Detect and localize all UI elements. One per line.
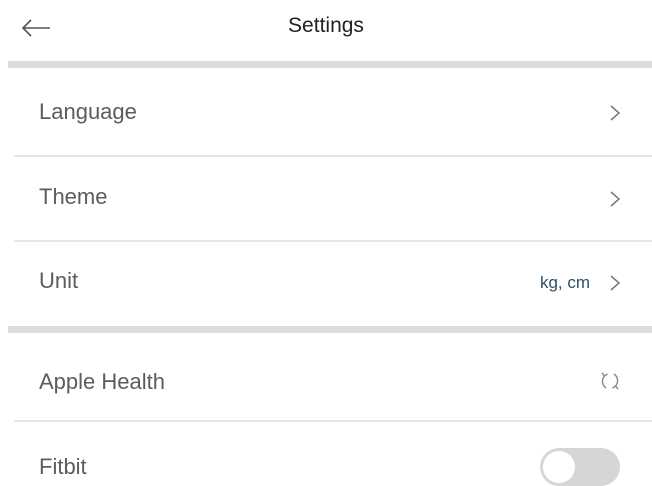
fitbit-toggle[interactable]: [540, 448, 620, 486]
settings-item-apple-health[interactable]: Apple Health: [0, 333, 652, 420]
unit-value: kg, cm: [539, 273, 590, 292]
page-title: Settings: [288, 14, 364, 37]
settings-item-unit[interactable]: Unit kg, cm: [0, 242, 652, 326]
settings-item-theme[interactable]: Theme: [0, 157, 652, 240]
settings-item-label: Language: [39, 99, 137, 124]
settings-item-label: Fitbit: [39, 454, 87, 479]
chevron-right-icon: [610, 105, 621, 121]
sync-icon[interactable]: [598, 369, 622, 393]
settings-item-label: Theme: [39, 184, 108, 209]
settings-item-fitbit: Fitbit: [0, 422, 652, 486]
settings-item-language[interactable]: Language: [0, 68, 652, 155]
toggle-knob: [543, 451, 575, 483]
app-header: Settings: [0, 0, 652, 60]
settings-item-label: Apple Health: [39, 369, 165, 394]
section-divider: [8, 61, 652, 68]
chevron-right-icon: [610, 191, 621, 207]
chevron-right-icon: [610, 275, 621, 291]
settings-item-label: Unit: [39, 268, 79, 293]
section-divider: [8, 326, 652, 333]
